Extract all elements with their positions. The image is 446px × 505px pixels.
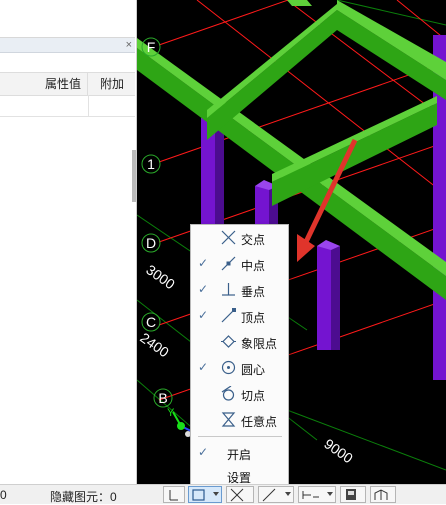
snap-mode-button[interactable] xyxy=(188,486,222,503)
property-panel: × 属性值 附加 xyxy=(0,0,137,484)
menu-item-label: 切点 xyxy=(241,389,266,403)
snap-toolbar-button[interactable] xyxy=(163,486,185,503)
menu-item-label: 垂点 xyxy=(241,285,266,299)
line-toolbar-button[interactable] xyxy=(258,486,294,503)
check-icon: ✓ xyxy=(198,256,209,270)
menu-item-tangent[interactable]: 切点 xyxy=(191,381,288,407)
menu-item-perpendicular[interactable]: ✓ 垂点 xyxy=(191,277,288,303)
tangent-icon xyxy=(221,386,235,401)
hidden-elements-count: 隐藏图元：0 xyxy=(50,490,117,504)
dimension-toolbar-button[interactable] xyxy=(298,486,336,503)
dimension-9000: 9000 xyxy=(321,435,356,466)
beams xyxy=(137,0,446,300)
intersection-icon xyxy=(221,230,236,245)
menu-item-label: 开启 xyxy=(227,448,252,462)
axis-label-c: C xyxy=(146,314,156,330)
property-panel-titlebar xyxy=(0,38,135,53)
intersection-icon xyxy=(230,488,244,502)
check-icon: ✓ xyxy=(198,282,209,296)
dimension-icon xyxy=(302,491,319,499)
table-row[interactable] xyxy=(0,95,135,117)
property-table-header: 属性值 附加 xyxy=(0,72,135,96)
snap-square-icon xyxy=(192,489,205,501)
status-value: 0 xyxy=(0,488,7,502)
menu-item-label: 圆心 xyxy=(241,363,266,377)
menu-item-label: 中点 xyxy=(241,259,266,273)
check-icon: ✓ xyxy=(198,445,209,459)
midpoint-icon xyxy=(221,256,236,271)
column-header-value[interactable]: 属性值 xyxy=(0,73,88,95)
axis-line-diagonal xyxy=(396,0,446,41)
axis-label-1: 1 xyxy=(147,156,155,172)
column-header-extra[interactable]: 附加 xyxy=(88,73,133,95)
vertex-icon xyxy=(221,308,236,323)
chevron-down-icon[interactable] xyxy=(285,492,291,496)
axis-label-d: D xyxy=(146,235,156,251)
panel-empty-area xyxy=(0,0,135,38)
axis-y-label: Y xyxy=(167,407,175,419)
grid-line xyxy=(286,409,446,471)
check-icon: ✓ xyxy=(198,308,209,322)
diagonal-line-icon xyxy=(262,488,276,502)
close-icon[interactable]: × xyxy=(126,38,132,52)
menu-item-label: 象限点 xyxy=(241,337,278,351)
menu-item-quadrant[interactable]: 象限点 xyxy=(191,329,288,355)
menu-item-midpoint[interactable]: ✓ 中点 xyxy=(191,251,288,277)
3d-viewport[interactable]: F 1 D C B 3000 2400 9000 Y xyxy=(137,0,446,484)
menu-item-label: 任意点 xyxy=(241,415,278,429)
menu-item-nearest[interactable]: 任意点 xyxy=(191,407,288,433)
menu-separator xyxy=(198,436,282,437)
center-icon xyxy=(221,360,236,375)
snap-corner-icon xyxy=(169,490,178,501)
menu-item-label: 顶点 xyxy=(241,311,266,325)
display-icon xyxy=(346,489,356,500)
check-icon: ✓ xyxy=(198,360,209,374)
snap-context-menu: 交点 ✓ 中点 ✓ 垂点 ✓ 顶点 象限点 ✓ 圆心 切点 任意点 ✓ 开启 设… xyxy=(190,224,289,488)
quadrant-icon xyxy=(221,335,236,348)
menu-item-center[interactable]: ✓ 圆心 xyxy=(191,355,288,381)
dimension-3000: 3000 xyxy=(143,261,178,292)
nearest-icon xyxy=(221,412,236,427)
dimension-2400: 2400 xyxy=(137,329,172,360)
view-toolbar-button[interactable] xyxy=(370,486,396,503)
panel-splitter[interactable] xyxy=(132,150,136,202)
menu-item-vertex[interactable]: ✓ 顶点 xyxy=(191,303,288,329)
model-scene: F 1 D C B 3000 2400 9000 Y xyxy=(137,0,446,484)
axis-label-b: B xyxy=(158,390,167,406)
axis-label-f: F xyxy=(147,39,156,55)
status-bar: 0 隐藏图元：0 xyxy=(0,484,446,504)
view-icon xyxy=(374,489,388,500)
intersection-toolbar-button[interactable] xyxy=(226,486,254,503)
chevron-down-icon[interactable] xyxy=(213,492,219,496)
menu-item-label: 交点 xyxy=(241,233,266,247)
menu-item-intersection[interactable]: 交点 xyxy=(191,225,288,251)
chevron-down-icon[interactable] xyxy=(327,492,333,496)
perpendicular-icon xyxy=(222,283,235,296)
display-toolbar-button[interactable] xyxy=(340,486,366,503)
